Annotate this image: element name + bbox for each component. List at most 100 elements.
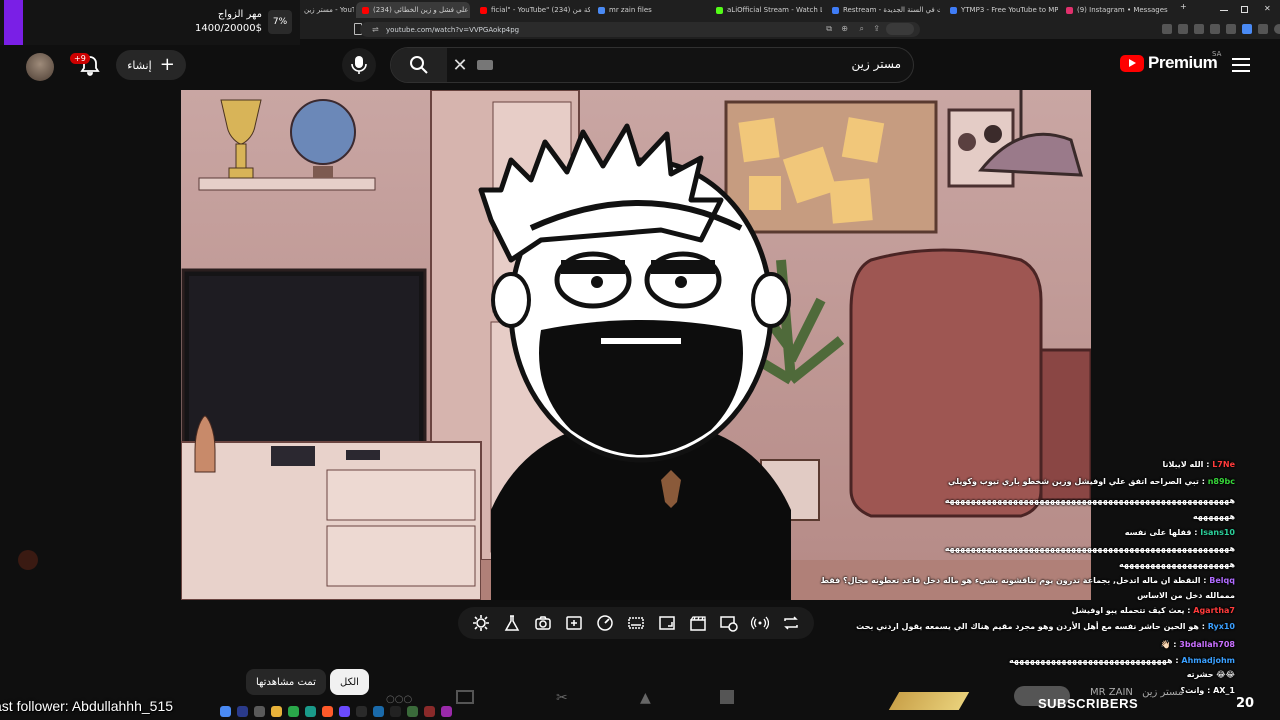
chip-all[interactable]: الكل <box>330 669 369 695</box>
chat-username[interactable]: AX_1 <box>1213 686 1235 695</box>
youtube-icon <box>480 6 487 14</box>
chat-username[interactable]: Ahmadjohm <box>1181 656 1235 665</box>
chat-separator: : <box>1200 576 1210 585</box>
windows-taskbar <box>220 702 540 720</box>
taskbar-app-icon[interactable] <box>441 705 452 717</box>
extension-icon[interactable] <box>1226 24 1236 34</box>
chat-username[interactable]: Isans10 <box>1200 528 1235 537</box>
subtitles-icon[interactable] <box>627 614 645 632</box>
taskbar-app-icon[interactable] <box>271 705 282 717</box>
taskbar-app-icon[interactable] <box>373 705 384 717</box>
minimize-icon[interactable] <box>1220 10 1228 11</box>
chat-separator: : <box>1184 606 1194 615</box>
faded-row-item: ▲ <box>640 690 651 706</box>
loop-icon[interactable] <box>782 614 800 632</box>
extension-icon[interactable] <box>1194 24 1204 34</box>
clapper-icon[interactable] <box>689 614 707 632</box>
taskbar-app-icon[interactable] <box>237 705 248 717</box>
search-button[interactable] <box>391 48 447 82</box>
microphone-icon <box>351 56 367 74</box>
tab-title: ficial" - YouTube" مشاركة من (234) <box>491 6 590 14</box>
taskbar-app-icon[interactable] <box>339 705 350 717</box>
chat-username[interactable]: Belqq <box>1209 576 1235 585</box>
clear-search-icon[interactable]: ✕ <box>449 54 471 76</box>
subscribers-label: SUBSCRIBERS <box>1038 696 1139 711</box>
new-tab-button[interactable]: + <box>1180 2 1187 11</box>
chat-text: هههههههه <box>1192 512 1235 521</box>
translate-icon[interactable]: ⧉ <box>826 24 832 34</box>
extension-icon[interactable] <box>1258 24 1268 34</box>
chat-username[interactable]: Agartha7 <box>1193 606 1235 615</box>
gold-banner-decoration <box>888 692 970 710</box>
taskbar-app-icon[interactable] <box>356 705 367 717</box>
aspect-ratio-icon[interactable] <box>658 614 676 632</box>
site-info-icon[interactable]: ⇌ <box>372 25 379 34</box>
search-page-icon[interactable]: ⌕ <box>860 24 864 34</box>
chat-username[interactable]: n89bc <box>1208 477 1235 486</box>
extension-icon[interactable] <box>1242 24 1252 34</box>
avatar[interactable] <box>26 53 54 81</box>
broadcast-icon[interactable] <box>750 614 769 632</box>
browser-tab[interactable]: ficial" - YouTube" مشاركة من (234) <box>474 2 590 18</box>
subscribers-count: 20 <box>1236 696 1255 711</box>
voice-search-button[interactable] <box>342 48 376 82</box>
browser-tab[interactable]: مستر زين - YouTube <box>298 2 354 18</box>
browser-tab-active[interactable]: (234) علي فشل و زين الخطائي × <box>356 2 470 18</box>
channel-name-ar: مستر زين <box>1142 687 1184 698</box>
chat-username[interactable]: L7Ne <box>1212 460 1235 469</box>
chat-username[interactable]: 3bdallah708 <box>1179 640 1235 649</box>
create-label: إنشاء <box>127 58 152 72</box>
search-box: ✕ مستر زين <box>390 47 914 83</box>
taskbar-app-icon[interactable] <box>288 705 299 717</box>
zoom-icon[interactable]: ⊕ <box>841 24 848 33</box>
country-code: SA <box>1212 50 1222 58</box>
chip-watched[interactable]: تمت مشاهدتها <box>246 669 326 695</box>
taskbar-app-icon[interactable] <box>322 705 333 717</box>
goal-progress-text: 1400/20000$ <box>195 23 262 34</box>
browser-tab[interactable]: mr zain files <box>592 2 702 18</box>
close-window-icon[interactable]: ✕ <box>1264 4 1271 13</box>
hamburger-menu-icon[interactable] <box>1232 58 1250 72</box>
extension-icon[interactable] <box>1210 24 1220 34</box>
chat-separator: : <box>1198 477 1208 486</box>
restream-icon <box>832 6 839 14</box>
flask-icon[interactable] <box>503 614 521 632</box>
search-icon <box>410 56 428 74</box>
taskbar-app-icon[interactable] <box>305 705 316 717</box>
url-field[interactable]: ⇌ youtube.com/watch?v=VVPGAokp4pg ⧉ ⊕ ⌕ … <box>360 22 920 37</box>
chat-text: يعث كيف تتحمله يبو اوفيشل <box>1071 606 1185 615</box>
extension-icon[interactable] <box>1178 24 1188 34</box>
search-input[interactable]: مستر زين <box>852 57 901 71</box>
add-frame-icon[interactable] <box>565 614 583 632</box>
taskbar-app-icon[interactable] <box>220 705 231 717</box>
profile-icon[interactable] <box>1274 24 1280 34</box>
chat-message: Ahmadjohm : هههههههههههههههههههههههههههه… <box>1009 656 1235 665</box>
maximize-icon[interactable] <box>1241 6 1248 13</box>
chat-message: هههههههه <box>1193 512 1235 521</box>
taskbar-app-icon[interactable] <box>424 705 435 717</box>
extension-icon[interactable] <box>1162 24 1172 34</box>
keyboard-icon[interactable] <box>477 60 493 70</box>
url-text: youtube.com/watch?v=VVPGAokp4pg <box>386 25 520 34</box>
chat-message: Isans10 : قفلها على نفسه <box>1125 528 1235 537</box>
goal-overlay: مهر الزواج 1400/20000$ 7% <box>0 0 300 45</box>
chat-username[interactable]: Ryx10 <box>1208 622 1235 631</box>
speed-icon[interactable] <box>596 614 614 632</box>
tab-title: YTMP3 - Free YouTube to MP3 Co <box>961 6 1058 14</box>
gear-icon[interactable] <box>472 614 490 632</box>
browser-tab[interactable]: (9) Instagram • Messages <box>1060 2 1170 18</box>
create-button[interactable]: إنشاء + <box>116 50 186 80</box>
brave-shield-icon[interactable] <box>886 23 914 35</box>
browser-tab[interactable]: YTMP3 - Free YouTube to MP3 Co <box>944 2 1058 18</box>
taskbar-app-icon[interactable] <box>407 705 418 717</box>
browser-tab[interactable]: aLiOfficial Stream - Watch Live <box>710 2 822 18</box>
youtube-premium-logo[interactable]: Premium SA <box>1120 50 1221 73</box>
chat-separator: : <box>1203 460 1213 469</box>
cast-icon[interactable] <box>719 614 738 632</box>
share-icon[interactable]: ⇪ <box>873 24 880 33</box>
taskbar-app-icon[interactable] <box>254 705 265 717</box>
browser-tab[interactable]: Restream - اول بث في السنة الجديدة <box>826 2 940 18</box>
plus-icon: + <box>159 54 175 75</box>
camera-icon[interactable] <box>534 614 552 632</box>
taskbar-app-icon[interactable] <box>390 705 401 717</box>
